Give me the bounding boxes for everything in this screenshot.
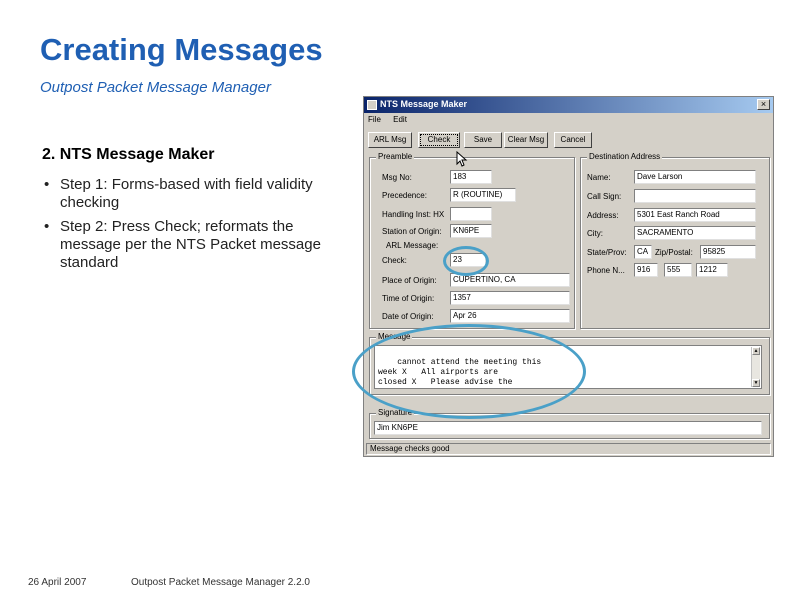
slide-subtitle: Outpost Packet Message Manager bbox=[40, 79, 271, 96]
menu-edit[interactable]: Edit bbox=[393, 115, 407, 124]
check-highlight-circle bbox=[443, 246, 489, 276]
mouse-cursor-icon bbox=[456, 151, 468, 167]
address-label: Address: bbox=[587, 211, 619, 220]
message-highlight-circle bbox=[352, 324, 586, 419]
zip-postal-field[interactable]: 95825 bbox=[700, 245, 756, 259]
bullet-dot: • bbox=[44, 218, 50, 235]
footer-app-name: Outpost Packet Message Manager 2.2.0 bbox=[131, 577, 310, 588]
precedence-label: Precedence: bbox=[382, 191, 427, 200]
date-of-origin-field[interactable]: Apr 26 bbox=[450, 309, 570, 323]
check-button[interactable]: Check bbox=[418, 132, 460, 148]
arl-msg-button[interactable]: ARL Msg bbox=[368, 132, 412, 148]
state-prov-field[interactable]: CA bbox=[634, 245, 652, 259]
msg-no-label: Msg No: bbox=[382, 173, 412, 182]
time-of-origin-field[interactable]: 1357 bbox=[450, 291, 570, 305]
call-sign-label: Call Sign: bbox=[587, 192, 622, 201]
precedence-field[interactable]: R (ROUTINE) bbox=[450, 188, 516, 202]
station-of-origin-label: Station of Origin: bbox=[382, 227, 442, 236]
bullet-text: Step 2: Press Check; reformats the messa… bbox=[60, 218, 321, 271]
bullet-text: Step 1: Forms-based with field validity … bbox=[60, 176, 313, 211]
city-label: City: bbox=[587, 229, 603, 238]
message-scrollbar[interactable]: ▲ ▼ bbox=[751, 347, 760, 387]
check-label: Check: bbox=[382, 256, 407, 265]
scroll-up-icon[interactable]: ▲ bbox=[752, 347, 760, 355]
handling-inst-field[interactable] bbox=[450, 207, 492, 221]
preamble-label: Preamble bbox=[376, 152, 415, 161]
window-title: NTS Message Maker bbox=[380, 99, 468, 109]
signature-field[interactable]: Jim KN6PE bbox=[374, 421, 762, 435]
close-icon[interactable]: × bbox=[757, 99, 770, 110]
menu-file[interactable]: File bbox=[368, 115, 381, 124]
time-of-origin-label: Time of Origin: bbox=[382, 294, 435, 303]
scroll-down-icon[interactable]: ▼ bbox=[752, 379, 760, 387]
zip-postal-label: Zip/Postal: bbox=[655, 248, 693, 257]
status-bar: Message checks good bbox=[366, 443, 771, 455]
handling-inst-label: Handling Inst: HX bbox=[382, 210, 445, 219]
call-sign-field[interactable] bbox=[634, 189, 756, 203]
city-field[interactable]: SACRAMENTO bbox=[634, 226, 756, 240]
msg-no-field[interactable]: 183 bbox=[450, 170, 492, 184]
name-label: Name: bbox=[587, 173, 611, 182]
bullet-item: • Step 1: Forms-based with field validity… bbox=[42, 176, 342, 212]
menu-bar: File Edit bbox=[368, 115, 417, 127]
save-button[interactable]: Save bbox=[464, 132, 502, 148]
window-titlebar[interactable]: NTS Message Maker × bbox=[364, 97, 773, 113]
slide-title: Creating Messages bbox=[40, 32, 323, 67]
section-heading: 2. NTS Message Maker bbox=[42, 146, 215, 163]
name-field[interactable]: Dave Larson bbox=[634, 170, 756, 184]
bullet-item: • Step 2: Press Check; reformats the mess… bbox=[42, 218, 342, 272]
destination-address-label: Destination Address bbox=[587, 152, 663, 161]
phone-area-field[interactable]: 916 bbox=[634, 263, 658, 277]
date-of-origin-label: Date of Origin: bbox=[382, 312, 434, 321]
place-of-origin-label: Place of Origin: bbox=[382, 276, 437, 285]
address-field[interactable]: 5301 East Ranch Road bbox=[634, 208, 756, 222]
cancel-button[interactable]: Cancel bbox=[554, 132, 592, 148]
arl-message-label: ARL Message: bbox=[386, 241, 439, 250]
phone-line-field[interactable]: 1212 bbox=[696, 263, 728, 277]
footer-date: 26 April 2007 bbox=[28, 577, 87, 588]
phone-label: Phone N... bbox=[587, 266, 625, 275]
app-icon bbox=[367, 100, 377, 110]
station-of-origin-field[interactable]: KN6PE bbox=[450, 224, 492, 238]
phone-prefix-field[interactable]: 555 bbox=[664, 263, 692, 277]
bullet-list: • Step 1: Forms-based with field validity… bbox=[42, 176, 342, 278]
bullet-dot: • bbox=[44, 176, 50, 193]
clear-msg-button[interactable]: Clear Msg bbox=[504, 132, 548, 148]
state-prov-label: State/Prov: bbox=[587, 248, 627, 257]
